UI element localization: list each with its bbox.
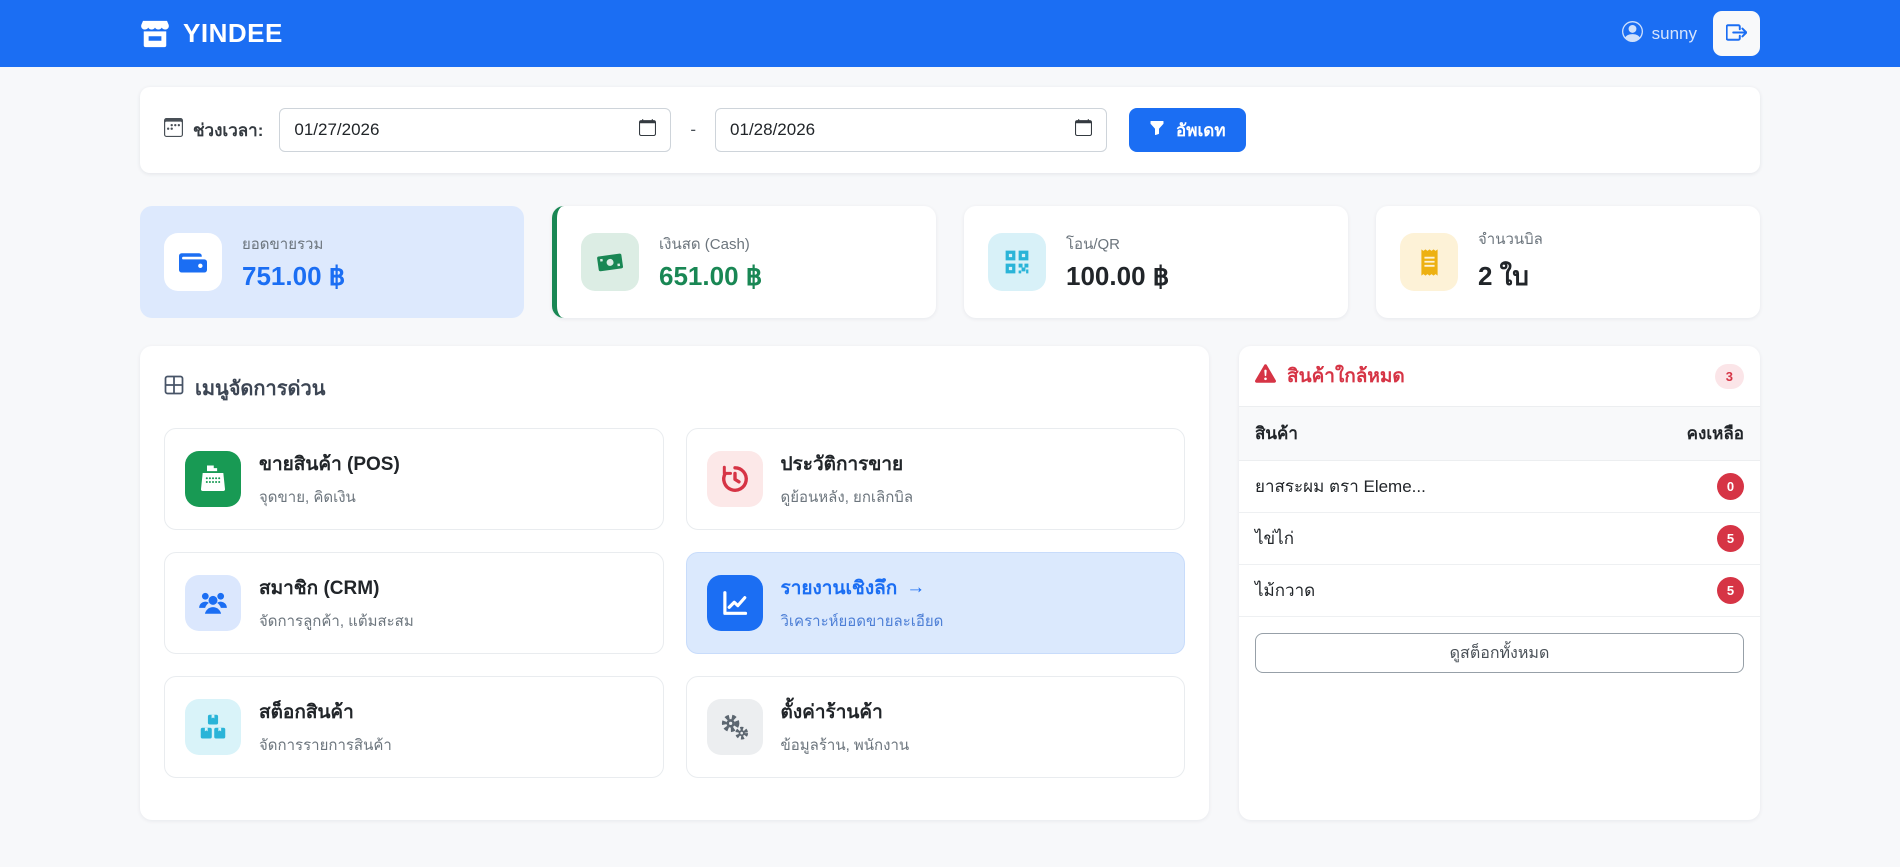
low-stock-row: ยาสระผม ตรา Eleme... 0 [1239,461,1760,513]
stat-value: 651.00 ฿ [659,261,763,291]
quantity-badge: 0 [1717,473,1744,500]
menu-item-title: รายงานเชิงลึก [780,578,898,599]
menu-item-title: สต็อกสินค้า [259,702,354,723]
stat-value: 2 ใบ [1478,261,1529,291]
username: sunny [1651,23,1697,43]
chart-line-icon [706,575,763,631]
people-icon [185,575,241,631]
start-date-value: 01/27/2026 [294,120,380,139]
low-stock-table-header: สินค้า คงเหลือ [1239,406,1760,461]
boxes-icon [185,699,241,755]
quantity-badge: 5 [1717,577,1744,604]
menu-item-stock[interactable]: สต็อกสินค้า จัดการรายการสินค้า [164,676,664,778]
wallet-icon [164,233,222,291]
quantity-badge: 5 [1717,525,1744,552]
funnel-icon [1149,120,1165,141]
date-range-separator: - [690,120,697,139]
brand-text: YINDEE [183,18,283,48]
menu-item-subtitle: วิเคราะห์ยอดขายละเอียด [780,613,944,630]
low-stock-row: ไข่ไก่ 5 [1239,513,1760,565]
brand[interactable]: YINDEE [140,18,283,49]
stat-label: ยอดขายรวม [242,236,324,253]
stat-card-total-sales: ยอดขายรวม 751.00 ฿ [140,206,524,318]
end-date-value: 01/28/2026 [730,120,816,139]
logout-icon [1725,22,1748,46]
stat-card-transfer-qr: โอน/QR 100.00 ฿ [964,206,1348,318]
menu-item-sales-history[interactable]: ประวัติการขาย ดูย้อนหลัง, ยกเลิกบิล [685,428,1185,530]
menu-item-title: ตั้งค่าร้านค้า [780,702,883,723]
stats-row: ยอดขายรวม 751.00 ฿ เงินสด (Cash) 651.00 … [140,206,1760,318]
calendar-icon [164,118,183,142]
stat-card-bill-count: จำนวนบิล 2 ใบ [1376,206,1760,318]
gears-icon [706,699,763,755]
low-stock-panel: สินค้าใกล้หมด 3 สินค้า คงเหลือ ยาสระผม ต… [1239,346,1760,820]
grid-icon [164,375,184,401]
low-stock-header: สินค้าใกล้หมด 3 [1239,346,1760,406]
clock-history-icon [706,451,763,507]
menu-item-title: ประวัติการขาย [780,454,904,475]
end-date-input[interactable]: 01/28/2026 [715,108,1108,152]
menu-item-title: ขายสินค้า (POS) [259,454,400,475]
stat-value: 100.00 ฿ [1066,261,1170,291]
navbar: YINDEE sunny [0,0,1900,67]
view-all-stock-button[interactable]: ดูสต็อกทั้งหมด [1255,633,1744,673]
navbar-right: sunny [1621,11,1760,56]
low-stock-count-badge: 3 [1714,363,1744,389]
menu-item-subtitle: จัดการลูกค้า, แต้มสะสม [259,613,414,630]
stat-label: เงินสด (Cash) [659,236,750,253]
menu-item-title: สมาชิก (CRM) [259,578,380,599]
product-name: ไข่ไก่ [1255,529,1295,548]
menu-item-subtitle: จุดขาย, คิดเงิน [259,489,356,506]
start-date-input[interactable]: 01/27/2026 [279,108,672,152]
banknote-icon [581,233,639,291]
quick-menu-grid: ขายสินค้า (POS) จุดขาย, คิดเงิน ประวัติก… [164,428,1185,778]
stat-card-cash: เงินสด (Cash) 651.00 ฿ [552,206,936,318]
product-name: ไม้กวาด [1255,581,1316,600]
column-remaining: คงเหลือ [1686,424,1744,443]
quick-menu-title: เมนูจัดการด่วน [164,372,1185,404]
quick-menu-panel: เมนูจัดการด่วน ขายสินค้า (POS) จุดขาย, ค… [140,346,1209,820]
menu-item-subtitle: ดูย้อนหลัง, ยกเลิกบิล [780,489,914,506]
user-menu: sunny [1621,20,1697,47]
menu-item-subtitle: จัดการรายการสินค้า [259,737,392,754]
menu-item-reports[interactable]: รายงานเชิงลึก → วิเคราะห์ยอดขายละเอียด [685,552,1185,654]
menu-item-settings[interactable]: ตั้งค่าร้านค้า ข้อมูลร้าน, พนักงาน [685,676,1185,778]
product-name: ยาสระผม ตรา Eleme... [1255,477,1426,496]
qr-code-icon [988,233,1046,291]
low-stock-title: สินค้าใกล้หมด [1287,366,1405,387]
low-stock-row: ไม้กวาด 5 [1239,565,1760,617]
stat-value: 751.00 ฿ [242,261,346,291]
menu-item-crm[interactable]: สมาชิก (CRM) จัดการลูกค้า, แต้มสะสม [164,552,664,654]
column-product: สินค้า [1255,424,1298,443]
menu-item-subtitle: ข้อมูลร้าน, พนักงาน [780,737,910,754]
storefront-icon [140,19,170,49]
person-circle-icon [1621,20,1643,47]
calendar-picker-icon[interactable] [1075,119,1093,141]
stat-label: โอน/QR [1066,236,1120,253]
menu-item-pos[interactable]: ขายสินค้า (POS) จุดขาย, คิดเงิน [164,428,664,530]
arrow-right-icon: → [906,577,926,598]
calendar-picker-icon[interactable] [639,119,657,141]
date-range-label: ช่วงเวลา: [164,117,263,144]
receipt-icon [1400,233,1458,291]
date-filter-bar: ช่วงเวลา: 01/27/2026 - 01/28/2026 อัพเดท [140,87,1760,173]
stat-label: จำนวนบิล [1478,231,1543,248]
update-button[interactable]: อัพเดท [1129,108,1246,152]
warning-triangle-icon [1255,363,1277,389]
cash-register-icon [185,451,241,507]
logout-button[interactable] [1713,11,1760,56]
